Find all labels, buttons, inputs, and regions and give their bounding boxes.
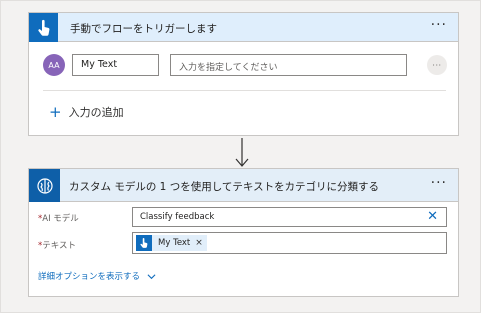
text-label: *テキスト xyxy=(38,241,76,251)
action-card-header[interactable]: カスタム モデルの 1 つを使用してテキストをカテゴリに分類する ··· xyxy=(29,169,458,202)
down-arrow-icon xyxy=(235,138,249,167)
ai-model-field[interactable]: Classify feedback ✕ xyxy=(132,207,447,227)
text-input-type-icon: AA xyxy=(43,54,65,76)
input-name-field[interactable]: My Text xyxy=(72,54,159,76)
plus-icon: + xyxy=(49,102,62,121)
token-label: My Text xyxy=(158,238,191,248)
advanced-options-label: 詳細オプションを表示する xyxy=(38,272,141,282)
ai-model-value: Classify feedback xyxy=(140,212,215,222)
hand-touch-icon xyxy=(29,13,58,42)
chevron-down-icon xyxy=(147,273,156,279)
close-icon[interactable]: ✕ xyxy=(427,209,438,225)
text-input-field[interactable]: My Text × xyxy=(132,232,447,254)
trigger-more-menu-icon[interactable]: ··· xyxy=(431,17,447,33)
classify-text-action-card: カスタム モデルの 1 つを使用してテキストをカテゴリに分類する ··· *AI… xyxy=(28,168,459,297)
trigger-card: 手動でフローをトリガーします ··· AA My Text 入力を指定してくださ… xyxy=(28,12,459,136)
input-description-field[interactable]: 入力を指定してください xyxy=(170,54,407,76)
flow-canvas: 手動でフローをトリガーします ··· AA My Text 入力を指定してくださ… xyxy=(0,0,481,313)
ai-model-label: *AI モデル xyxy=(38,214,79,224)
divider xyxy=(43,90,446,91)
dynamic-content-token[interactable]: My Text × xyxy=(136,235,207,251)
input-row: AA My Text 入力を指定してください ··· xyxy=(43,53,448,77)
add-input-button[interactable]: + 入力の追加 xyxy=(49,104,124,120)
token-remove-icon[interactable]: × xyxy=(195,238,203,248)
hand-touch-icon xyxy=(136,235,152,251)
trigger-card-title: 手動でフローをトリガーします xyxy=(70,23,217,35)
add-input-label: 入力の追加 xyxy=(68,106,124,119)
action-more-menu-icon[interactable]: ··· xyxy=(431,175,447,191)
show-advanced-options-link[interactable]: 詳細オプションを表示する xyxy=(38,270,156,282)
trigger-card-header[interactable]: 手動でフローをトリガーします ··· xyxy=(29,13,458,42)
ai-brain-icon xyxy=(29,169,60,202)
input-row-more-icon[interactable]: ··· xyxy=(427,55,447,75)
action-card-title: カスタム モデルの 1 つを使用してテキストをカテゴリに分類する xyxy=(69,181,380,193)
